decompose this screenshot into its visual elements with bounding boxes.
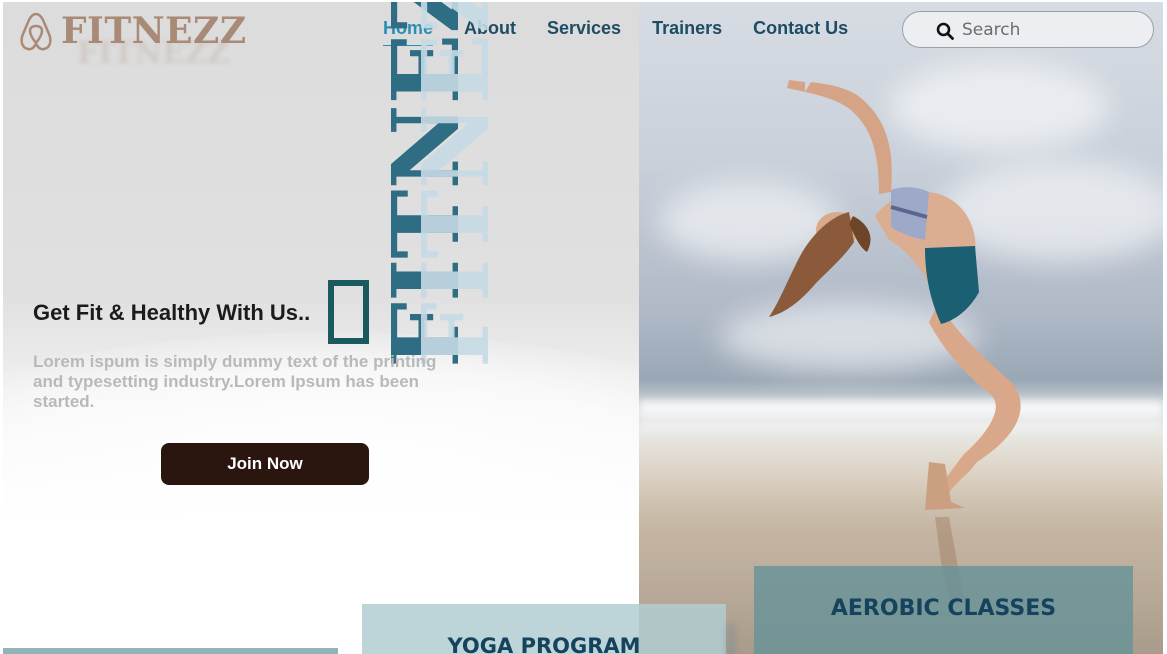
- brand-name-shadow: FITNEZZ: [77, 36, 229, 71]
- vertical-brand-wordmark: FITNEZZ FITNEZZ: [372, 2, 510, 368]
- program-card-aerobic[interactable]: AEROBIC CLASSES: [754, 566, 1133, 654]
- hero-image: [639, 2, 1163, 654]
- program-card-title: AEROBIC CLASSES: [830, 596, 1057, 621]
- airbnb-style-logo-icon: [20, 12, 52, 51]
- nav-trainers[interactable]: Trainers: [652, 18, 722, 46]
- search-box[interactable]: [902, 11, 1154, 48]
- nav-services[interactable]: Services: [547, 18, 621, 46]
- yoga-woman-figure: [769, 80, 1021, 606]
- hero-description: Lorem ispum is simply dummy text of the …: [33, 352, 437, 411]
- card-shadow: [726, 624, 736, 654]
- join-now-button[interactable]: Join Now: [161, 443, 369, 485]
- program-card-left[interactable]: [3, 648, 338, 654]
- nav-contact-us[interactable]: Contact Us: [753, 18, 848, 46]
- program-card-title: YOGA PROGRAM: [447, 634, 641, 654]
- landing-page: FITNEZZ FITNEZZ Home About Services Trai…: [3, 2, 1163, 654]
- program-card-yoga[interactable]: YOGA PROGRAM: [362, 604, 726, 654]
- hero-left-background: [3, 2, 783, 654]
- search-input[interactable]: [962, 19, 1142, 40]
- hero-headline: Get Fit & Healthy With Us..: [33, 300, 311, 325]
- search-icon[interactable]: [936, 22, 954, 40]
- wordmark-light-layer: FITNEZZ: [402, 2, 510, 368]
- missing-glyph-icon: [328, 280, 369, 344]
